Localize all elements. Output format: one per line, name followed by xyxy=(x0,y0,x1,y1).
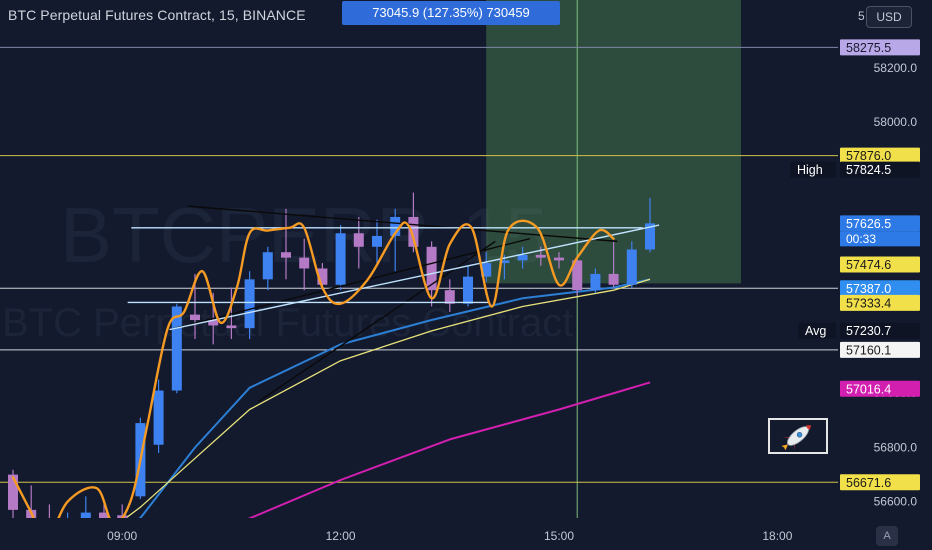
candle-body xyxy=(590,273,601,291)
candle-body xyxy=(517,254,528,261)
candle-body xyxy=(281,252,291,258)
price-label-text: 57230.7 xyxy=(846,324,891,338)
price-tick-partial: 5 xyxy=(858,9,865,23)
candle-body xyxy=(463,276,473,304)
price-label-text: 57626.5 xyxy=(846,217,891,231)
price-tick-label: 58200.0 xyxy=(874,61,918,75)
candle-body xyxy=(299,257,310,269)
rocket-icon xyxy=(781,425,812,450)
candle-body xyxy=(626,249,637,285)
candle-body xyxy=(335,233,346,285)
price-label-text: 56671.6 xyxy=(846,476,891,490)
candle-body xyxy=(608,273,619,285)
time-tick-label: 18:00 xyxy=(762,529,792,543)
price-label-text: 57824.5 xyxy=(846,163,891,177)
tag-text: Avg xyxy=(805,324,826,338)
price-chart[interactable]: BTCPERP, 15BTC Perpetual Futures Contrac… xyxy=(0,0,932,550)
price-label-text: 57160.1 xyxy=(846,343,891,357)
symbol-title[interactable]: BTC Perpetual Futures Contract, 15, BINA… xyxy=(8,7,306,23)
tag-text: High xyxy=(797,163,823,177)
price-tick-label: 56600.0 xyxy=(874,495,918,509)
candle-body xyxy=(244,279,255,329)
auto-scale-button[interactable]: A xyxy=(876,526,898,546)
rocket-emoji-box[interactable] xyxy=(768,418,828,454)
measure-tool-label[interactable]: 73045.9 (127.35%) 730459 xyxy=(342,1,560,25)
candle-body xyxy=(353,233,364,247)
candle-body xyxy=(262,252,273,280)
price-axis xyxy=(838,0,932,550)
price-label-text: 57876.0 xyxy=(846,149,891,163)
price-label-text: 58275.5 xyxy=(846,41,891,55)
time-tick-label: 09:00 xyxy=(107,529,137,543)
price-label-text: 57474.6 xyxy=(846,258,891,272)
candle-body xyxy=(190,314,200,321)
price-tick-label: 56800.0 xyxy=(874,440,918,454)
time-tick-label: 12:00 xyxy=(326,529,356,543)
price-label-text: 57016.4 xyxy=(846,382,891,396)
candle-body xyxy=(226,325,237,329)
countdown-text: 00:33 xyxy=(846,232,876,246)
candle-body xyxy=(535,254,546,258)
candle-body xyxy=(153,390,164,445)
chart-screen: BTCPERP, 15 BTC Perpetual Futures Contrac… xyxy=(0,0,932,550)
candle-body xyxy=(554,257,564,261)
currency-button[interactable]: USD xyxy=(866,6,912,28)
time-tick-label: 15:00 xyxy=(544,529,574,543)
price-label-text: 57333.4 xyxy=(846,296,891,310)
price-tick-label: 58000.0 xyxy=(874,115,918,129)
candle-body xyxy=(372,235,382,247)
price-label-text: 57387.0 xyxy=(846,282,891,296)
